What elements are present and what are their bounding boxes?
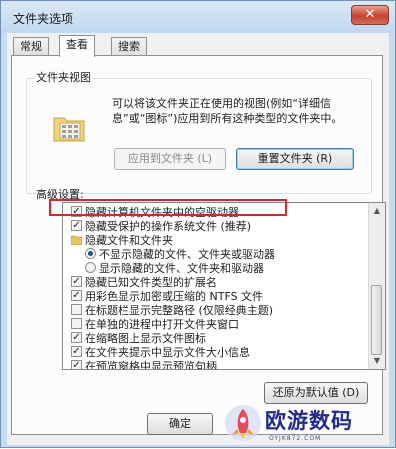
tab-general-label: 常规: [20, 40, 42, 53]
title-bar[interactable]: 文件夹选项 ✕: [1, 1, 395, 33]
list-item-label: 隐藏受保护的操作系统文件 (推荐): [85, 220, 252, 233]
tab-general[interactable]: 常规: [13, 37, 49, 55]
folder-views-label: 文件夹视图: [34, 69, 93, 85]
window-title: 文件夹选项: [13, 12, 74, 26]
dialog-client-area: 常规 查看 搜索 文件夹视图 可以将该文件夹正在使用的视图(例如“详细信息”或“…: [7, 33, 389, 445]
folder-icon: [71, 235, 82, 245]
watermark-logo: 欧游数码 OYJK872.COM: [213, 399, 396, 449]
radio-show-hidden[interactable]: [85, 262, 96, 273]
advanced-settings-list[interactable]: ✓ 隐藏计算机文件夹中的空驱动器 ✓ 隐藏受保护的操作系统文件 (推荐) 隐藏文…: [62, 202, 386, 370]
red-highlight-box: [49, 199, 287, 216]
restore-defaults-label: 还原为默认值 (D): [272, 386, 360, 399]
list-item-label: 在预览窗格中显示预览句柄: [85, 360, 217, 370]
vertical-scrollbar[interactable]: ▲ ▼: [368, 203, 385, 369]
list-item-label: 隐藏已知文件类型的扩展名: [85, 276, 217, 289]
apply-to-folders-button[interactable]: 应用到文件夹 (L): [114, 148, 226, 170]
watermark-text: 欧游数码: [265, 409, 353, 433]
tab-view[interactable]: 查看: [59, 35, 95, 57]
checkbox-hide-protected-files[interactable]: ✓: [71, 220, 82, 231]
checkbox-color-ntfs[interactable]: ✓: [71, 290, 82, 301]
list-item-label: 在文件夹提示中显示文件大小信息: [85, 346, 250, 359]
watermark-subtext: OYJK872.COM: [269, 435, 322, 442]
folder-options-window: 文件夹选项 ✕ 常规 查看 搜索 文件夹视图 可以将该文件夹正在使用的视图(例如…: [0, 0, 396, 448]
list-item-label: 显示隐藏的文件、文件夹和驱动器: [99, 262, 264, 275]
tab-search-label: 搜索: [118, 40, 140, 53]
list-item-label: 隐藏文件和文件夹: [85, 234, 173, 247]
scrollbar-thumb[interactable]: [371, 285, 382, 355]
list-item-label: 用彩色显示加密或压缩的 NTFS 文件: [85, 290, 264, 303]
checkbox-folder-tips[interactable]: ✓: [71, 346, 82, 357]
list-item-label: 不显示隐藏的文件、文件夹或驱动器: [99, 248, 275, 261]
tab-view-label: 查看: [66, 38, 88, 51]
list-item-label: 在标题栏显示完整路径 (仅限经典主题): [85, 304, 274, 317]
close-button[interactable]: ✕: [351, 5, 389, 25]
ok-button-label: 确定: [169, 417, 191, 430]
rocket-logo-icon: [225, 405, 261, 441]
scroll-up-icon[interactable]: ▲: [369, 203, 385, 219]
apply-to-folders-label: 应用到文件夹 (L): [127, 152, 213, 165]
reset-folders-label: 重置文件夹 (R): [257, 152, 333, 165]
scroll-down-icon[interactable]: ▼: [369, 353, 385, 369]
ok-button[interactable]: 确定: [147, 413, 213, 435]
list-item-label: 在缩略图上显示文件图标: [85, 332, 206, 345]
tab-search[interactable]: 搜索: [111, 37, 147, 55]
folder-views-description: 可以将该文件夹正在使用的视图(例如“详细信息”或“图标”)应用到所有这种类型的文…: [112, 97, 343, 125]
checkbox-full-path[interactable]: [71, 304, 82, 315]
checkbox-preview-handlers[interactable]: ✓: [71, 360, 82, 369]
view-tab-panel: 文件夹视图 可以将该文件夹正在使用的视图(例如“详细信息”或“图标”)应用到所有…: [11, 55, 386, 435]
list-item-label: 在单独的进程中打开文件夹窗口: [85, 318, 239, 331]
close-icon: ✕: [364, 7, 376, 22]
folder-view-icon: [53, 117, 85, 142]
reset-folders-button[interactable]: 重置文件夹 (R): [236, 148, 354, 170]
checkbox-thumbnail-icons[interactable]: ✓: [71, 332, 82, 343]
checkbox-hide-extensions[interactable]: ✓: [71, 276, 82, 287]
checkbox-separate-process[interactable]: [71, 318, 82, 329]
radio-dont-show-hidden[interactable]: [85, 248, 96, 259]
